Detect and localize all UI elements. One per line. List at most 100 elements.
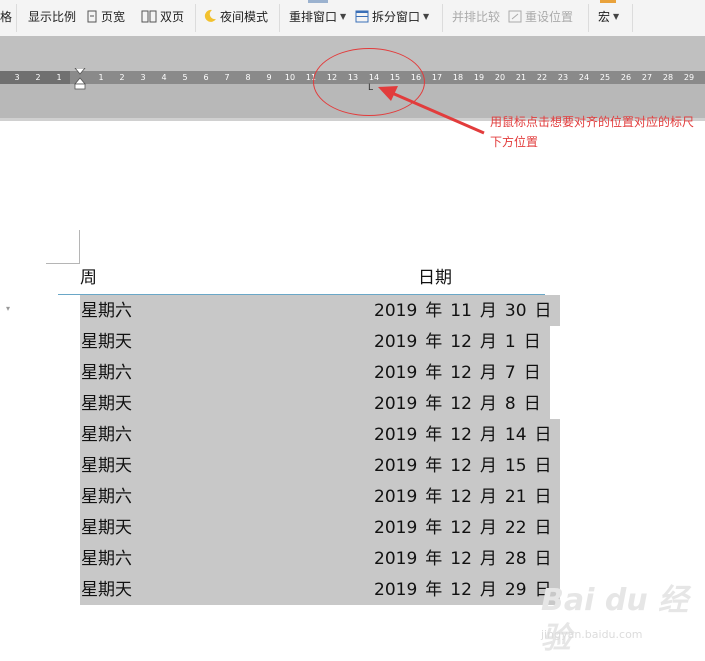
date-part-day: 8: [504, 394, 516, 414]
date-part-year: 2019: [374, 394, 418, 414]
date-part-d: 日: [534, 456, 552, 476]
week-cell: 星期天: [81, 394, 132, 414]
date-cell: 2019 年 11 月 30 日: [374, 298, 556, 324]
date-part-day: 30: [504, 301, 527, 321]
date-part-d: 日: [523, 363, 541, 383]
date-cell: 2019 年 12 月 29 日: [374, 577, 556, 603]
date-cell: 2019 年 12 月 21 日: [374, 484, 556, 510]
date-part-day: 22: [504, 518, 527, 538]
list-item[interactable]: 星期天 2019 年 12 月 1 日: [80, 326, 560, 357]
date-part-m: 月: [479, 363, 497, 383]
week-cell: 星期六: [81, 363, 132, 383]
date-part-month: 12: [450, 580, 472, 600]
watermark-brand: Bai du 经验: [541, 583, 689, 656]
date-part-y: 年: [425, 332, 443, 352]
date-part-m: 月: [479, 394, 497, 414]
date-part-m: 月: [479, 425, 497, 445]
date-part-y: 年: [425, 518, 443, 538]
date-part-m: 月: [479, 518, 497, 538]
header-week[interactable]: 周: [80, 265, 97, 291]
date-part-day: 1: [504, 332, 516, 352]
date-part-y: 年: [425, 363, 443, 383]
watermark-url: jingyan.baidu.com: [541, 628, 643, 641]
date-part-month: 12: [450, 332, 472, 352]
list-item[interactable]: 星期六 2019 年 12 月 7 日: [80, 357, 560, 388]
date-part-day: 14: [504, 425, 527, 445]
date-part-year: 2019: [374, 456, 418, 476]
date-part-month: 12: [450, 363, 472, 383]
week-cell: 星期六: [81, 487, 132, 507]
list-item[interactable]: 星期六 2019 年 12 月 28 日: [80, 543, 560, 574]
date-cell: 2019 年 12 月 1 日: [374, 329, 545, 355]
date-part-y: 年: [425, 487, 443, 507]
date-part-d: 日: [523, 394, 541, 414]
date-part-m: 月: [479, 580, 497, 600]
date-part-day: 7: [504, 363, 516, 383]
date-cell: 2019 年 12 月 7 日: [374, 360, 545, 386]
date-list: 星期六 2019 年 11 月 30 日星期天 2019 年 12 月 1 日星期六 2019 年 12 月 7 日…: [80, 295, 560, 605]
date-part-year: 2019: [374, 363, 418, 383]
list-item[interactable]: 星期天 2019 年 12 月 29 日: [80, 574, 560, 605]
date-cell: 2019 年 12 月 14 日: [374, 422, 556, 448]
date-part-year: 2019: [374, 332, 418, 352]
date-part-month: 12: [450, 394, 472, 414]
date-part-m: 月: [479, 487, 497, 507]
date-part-year: 2019: [374, 580, 418, 600]
header-date[interactable]: 日期: [418, 265, 452, 291]
list-item[interactable]: 星期天 2019 年 12 月 22 日: [80, 512, 560, 543]
callout-arrow-icon: [378, 86, 485, 135]
date-cell: 2019 年 12 月 28 日: [374, 546, 556, 572]
week-cell: 星期天: [81, 332, 132, 352]
week-cell: 星期天: [81, 518, 132, 538]
date-part-m: 月: [479, 332, 497, 352]
callout-text: 用鼠标点击想要对齐的位置对应的标尺下方位置: [490, 115, 695, 149]
date-part-month: 11: [450, 301, 472, 321]
date-part-day: 21: [504, 487, 527, 507]
date-part-d: 日: [534, 301, 552, 321]
date-cell: 2019 年 12 月 15 日: [374, 453, 556, 479]
date-part-y: 年: [425, 580, 443, 600]
date-part-day: 15: [504, 456, 527, 476]
date-part-month: 12: [450, 518, 472, 538]
date-part-y: 年: [425, 301, 443, 321]
week-cell: 星期六: [81, 549, 132, 569]
date-part-d: 日: [534, 518, 552, 538]
list-item[interactable]: 星期六 2019 年 12 月 14 日: [80, 419, 560, 450]
date-part-m: 月: [479, 549, 497, 569]
week-cell: 星期六: [81, 425, 132, 445]
date-part-day: 28: [504, 549, 527, 569]
date-part-year: 2019: [374, 425, 418, 445]
week-cell: 星期天: [81, 580, 132, 600]
list-item[interactable]: 星期六 2019 年 12 月 21 日: [80, 481, 560, 512]
date-cell: 2019 年 12 月 22 日: [374, 515, 556, 541]
date-part-m: 月: [479, 301, 497, 321]
date-part-d: 日: [534, 425, 552, 445]
date-part-year: 2019: [374, 487, 418, 507]
list-item[interactable]: 星期天 2019 年 12 月 15 日: [80, 450, 560, 481]
date-part-month: 12: [450, 456, 472, 476]
date-part-d: 日: [534, 487, 552, 507]
list-item[interactable]: 星期六 2019 年 11 月 30 日: [80, 295, 560, 326]
date-part-day: 29: [504, 580, 527, 600]
date-part-d: 日: [523, 332, 541, 352]
date-cell: 2019 年 12 月 8 日: [374, 391, 545, 417]
date-part-m: 月: [479, 456, 497, 476]
baidu-watermark: Bai du 经验 jingyan.baidu.com: [541, 582, 703, 656]
date-part-year: 2019: [374, 301, 418, 321]
page-corner-mark: [46, 263, 80, 264]
date-part-y: 年: [425, 394, 443, 414]
date-part-month: 12: [450, 487, 472, 507]
date-part-d: 日: [534, 549, 552, 569]
chevron-down-icon: ▾: [6, 304, 11, 313]
date-part-month: 12: [450, 425, 472, 445]
page-corner-mark: [79, 230, 80, 263]
date-part-year: 2019: [374, 549, 418, 569]
week-cell: 星期天: [81, 456, 132, 476]
date-part-month: 12: [450, 549, 472, 569]
date-part-y: 年: [425, 549, 443, 569]
date-part-y: 年: [425, 425, 443, 445]
list-item[interactable]: 星期天 2019 年 12 月 8 日: [80, 388, 560, 419]
date-part-year: 2019: [374, 518, 418, 538]
date-part-y: 年: [425, 456, 443, 476]
week-cell: 星期六: [81, 301, 132, 321]
